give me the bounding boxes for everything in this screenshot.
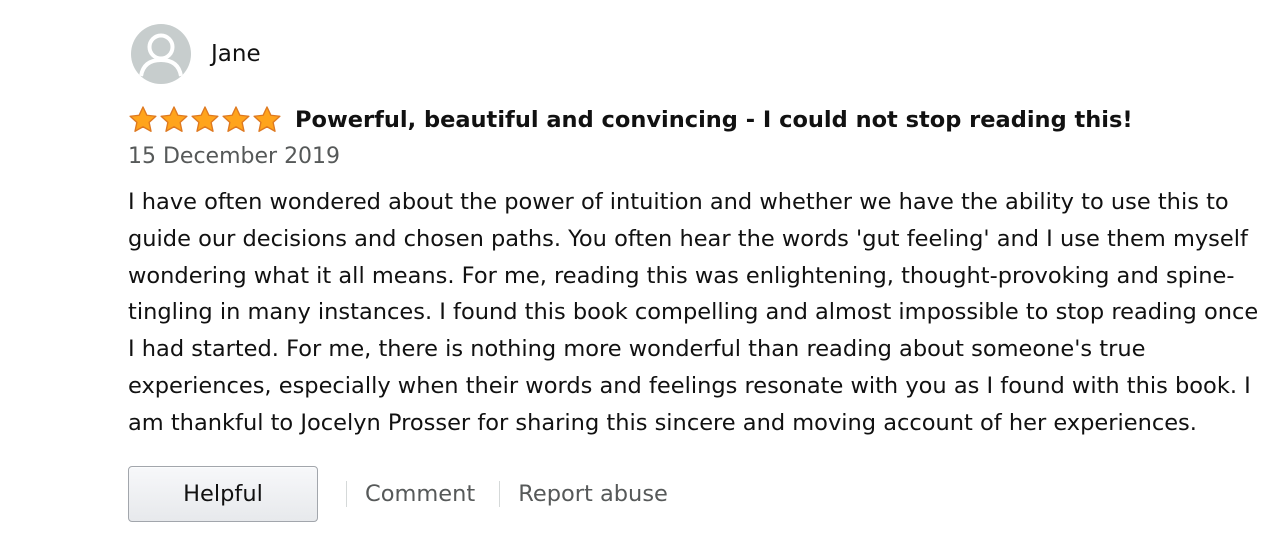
reviewer-name[interactable]: Jane: [211, 41, 261, 67]
review-title[interactable]: Powerful, beautiful and convincing - I c…: [295, 107, 1133, 133]
review-date: 15 December 2019: [128, 144, 341, 169]
review-text: I have often wondered about the power of…: [128, 189, 1259, 436]
helpful-button[interactable]: Helpful: [128, 465, 318, 522]
star-icon: [129, 106, 157, 132]
review-actions: Helpful Comment Report abuse: [128, 465, 1260, 522]
action-divider: [346, 480, 347, 507]
star-icon: [191, 106, 219, 132]
star-icon: [160, 106, 188, 132]
report-abuse-link[interactable]: Report abuse: [518, 481, 668, 507]
review-title-row: Powerful, beautiful and convincing - I c…: [128, 102, 1260, 138]
star-rating[interactable]: [128, 105, 283, 135]
star-icon: [253, 106, 281, 132]
customer-review: Jane Powerful, beautiful and convincing …: [128, 24, 1260, 522]
action-divider: [499, 480, 501, 507]
comment-link[interactable]: Comment: [365, 481, 475, 507]
avatar-icon[interactable]: [131, 24, 191, 84]
star-icon: [222, 106, 250, 132]
reviewer-profile[interactable]: Jane: [128, 24, 1260, 84]
review-body: I have often wondered about the power of…: [128, 184, 1260, 442]
